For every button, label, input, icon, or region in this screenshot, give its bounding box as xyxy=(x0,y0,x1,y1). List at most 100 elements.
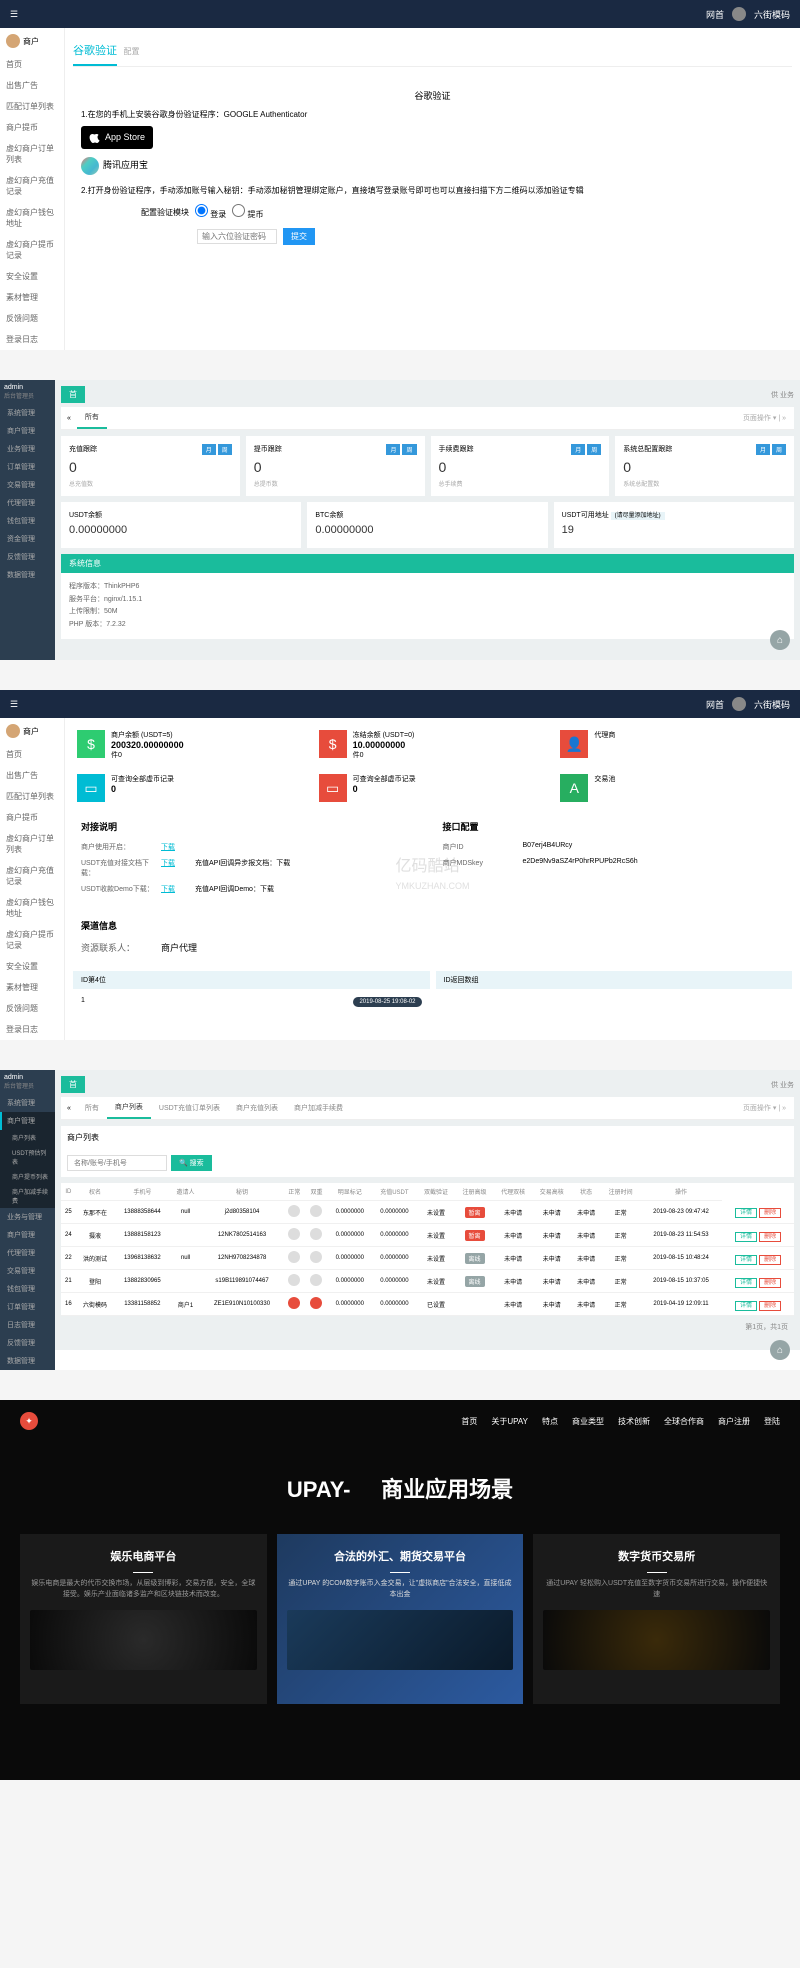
coin-image xyxy=(543,1610,770,1670)
stat-fee: 手续费跟踪月周 0总手续费 xyxy=(431,436,610,496)
appstore-button[interactable]: App Store xyxy=(81,126,153,148)
card-icon: ▭ xyxy=(77,774,105,802)
detail-button[interactable]: 详情 xyxy=(735,1255,757,1265)
stat-deposit: 充值跟踪月周 0总充值数 xyxy=(61,436,240,496)
admin-nav-item[interactable]: 反馈管理 xyxy=(0,548,55,566)
side-loginlog[interactable]: 登录日志 xyxy=(0,329,64,350)
scene-forex[interactable]: 合法的外汇、期货交易平台 通过UPAY 的COM数字账币入金交易，让"虚拟商店"… xyxy=(277,1534,524,1704)
username[interactable]: 六街模码 xyxy=(754,8,790,21)
tencent-icon xyxy=(81,157,99,175)
table-row: 24摄液1388815812312NK7802514163 0.00000000… xyxy=(61,1224,794,1247)
cert-icon xyxy=(288,1205,300,1217)
table-row: 25东那不在13888358644nullj2d80358104 0.00000… xyxy=(61,1201,794,1224)
notice-left: ID第4位 12019-08-25 19:08-02 xyxy=(73,971,430,1019)
side-withdraw[interactable]: 商户提币 xyxy=(0,117,64,138)
side-material[interactable]: 素材管理 xyxy=(0,287,64,308)
card-frozen[interactable]: $冻结余额 (USDT=0)10.00000000件0 xyxy=(315,726,551,764)
card-balance[interactable]: $商户余额 (USDT=5)200320.00000000件0 xyxy=(73,726,309,764)
float-home-icon[interactable]: ⌂ xyxy=(770,630,790,650)
code-input[interactable] xyxy=(197,229,277,244)
detail-button[interactable]: 详情 xyxy=(735,1278,757,1288)
admin-nav-item[interactable]: 商户管理 xyxy=(0,422,55,440)
topbar: ☰ 网首 六街模码 xyxy=(0,0,800,28)
side-feedback[interactable]: 反馈问题 xyxy=(0,308,64,329)
side-vwithdraw[interactable]: 虚幻商户提币记录 xyxy=(0,234,64,266)
download-link[interactable]: 下载 xyxy=(161,842,175,852)
dollar-icon: $ xyxy=(77,730,105,758)
admin-nav-item[interactable]: 业务管理 xyxy=(0,440,55,458)
cert-icon xyxy=(310,1228,322,1240)
admin-nav-item[interactable]: 资金管理 xyxy=(0,530,55,548)
sidebar-user: 商户 xyxy=(0,28,64,54)
detail-button[interactable]: 详情 xyxy=(735,1232,757,1242)
cert-icon xyxy=(288,1228,300,1240)
card-q2[interactable]: ▭可查询全部虚币记录0 xyxy=(315,770,551,806)
card-q1[interactable]: ▭可查询全部虚币记录0 xyxy=(73,770,309,806)
nav-reg[interactable]: 商户注册 xyxy=(718,1416,750,1427)
btc-balance: BTC余额0.00000000 xyxy=(307,502,547,548)
radio-withdraw[interactable]: 提币 xyxy=(232,204,263,222)
side-vorders[interactable]: 虚幻商户订单列表 xyxy=(0,138,64,170)
side-home[interactable]: 首页 xyxy=(0,54,64,75)
admin-nav-item[interactable]: 交易管理 xyxy=(0,476,55,494)
card-icon: ▭ xyxy=(319,774,347,802)
home-btn[interactable]: 首 xyxy=(61,386,85,403)
delete-button[interactable]: 删除 xyxy=(759,1301,781,1311)
table-row: 16六街模码13381158852商户1ZE1E910N10100330 0.0… xyxy=(61,1293,794,1316)
menu-icon[interactable]: ☰ xyxy=(10,699,18,710)
delete-button[interactable]: 删除 xyxy=(759,1278,781,1288)
float-home-icon[interactable]: ⌂ xyxy=(770,1340,790,1360)
radio-login[interactable]: 登录 xyxy=(195,204,226,222)
tencent-button[interactable]: 腾讯应用宝 xyxy=(81,157,148,175)
logo-icon[interactable]: ✦ xyxy=(20,1412,38,1430)
cert-icon xyxy=(310,1205,322,1217)
admin-nav-item[interactable]: 代理管理 xyxy=(0,494,55,512)
scene-entertainment[interactable]: 娱乐电商平台 娱乐电商是最大的代币交换市场，从层级到博彩，交易方便，安全，全球接… xyxy=(20,1534,267,1704)
side-ads[interactable]: 出售广告 xyxy=(0,75,64,96)
admin-nav-item[interactable]: 钱包管理 xyxy=(0,512,55,530)
step2-text: 2.打开身份验证程序，手动添加账号输入秘钥：手动添加秘钥管理绑定账户，直接填写登… xyxy=(81,185,784,198)
apple-icon xyxy=(89,131,101,143)
merchant-sidebar: 商户 首页 出售广告 匹配订单列表 商户提币 虚幻商户订单列表 虚幻商户充值记录… xyxy=(0,28,65,350)
cert-icon xyxy=(288,1274,300,1286)
delete-button[interactable]: 删除 xyxy=(759,1255,781,1265)
nav-link[interactable]: 网首 xyxy=(706,8,724,21)
card-agent[interactable]: 👤代理商 xyxy=(556,726,792,764)
side-vdeposit[interactable]: 虚幻商户充值记录 xyxy=(0,170,64,202)
user-plus-icon: 👤 xyxy=(560,730,588,758)
scene-exchange[interactable]: 数字货币交易所 通过UPAY 轻松购入USDT充值至数字货币交易所进行交易，操作… xyxy=(533,1534,780,1704)
panel-merchant-info: ☰ 网首 六街模码 商户 首页 出售广告 匹配订单列表 商户提币 虚幻商户订单列… xyxy=(0,690,800,1040)
search-input[interactable] xyxy=(67,1155,167,1171)
admin-nav-item[interactable]: 系统管理 xyxy=(0,404,55,422)
delete-button[interactable]: 删除 xyxy=(759,1208,781,1218)
nav-biz[interactable]: 商业类型 xyxy=(572,1416,604,1427)
tab-all[interactable]: 所有 xyxy=(77,407,107,429)
submit-button[interactable]: 提交 xyxy=(283,228,315,245)
delete-button[interactable]: 删除 xyxy=(759,1232,781,1242)
menu-icon[interactable]: ☰ xyxy=(10,9,18,20)
card-pool[interactable]: A交易池 xyxy=(556,770,792,806)
nav-home[interactable]: 首页 xyxy=(461,1416,477,1427)
pagination: 第1页，共1页 xyxy=(61,1316,794,1338)
admin-nav-item[interactable]: 订单管理 xyxy=(0,458,55,476)
nav-features[interactable]: 特点 xyxy=(542,1416,558,1427)
nav-about[interactable]: 关于UPAY xyxy=(491,1416,528,1427)
nav-tech[interactable]: 技术创新 xyxy=(618,1416,650,1427)
avatar[interactable] xyxy=(732,697,746,711)
side-orders[interactable]: 匹配订单列表 xyxy=(0,96,64,117)
avatar[interactable] xyxy=(732,7,746,21)
sub-title: 谷歌验证 xyxy=(81,89,784,103)
admin-nav-item[interactable]: 数据管理 xyxy=(0,566,55,584)
nav-login[interactable]: 登陆 xyxy=(764,1416,780,1427)
side-security[interactable]: 安全设置 xyxy=(0,266,64,287)
search-button[interactable]: 🔍 搜索 xyxy=(171,1155,212,1171)
merchant-mgmt-item[interactable]: 商户管理 xyxy=(0,1112,55,1130)
usdt-balance: USDT余额0.00000000 xyxy=(61,502,301,548)
detail-button[interactable]: 详情 xyxy=(735,1301,757,1311)
table-row: 21登阳13882830965s19B119891074467 0.000000… xyxy=(61,1270,794,1293)
system-info: 系统信息 程序版本：ThinkPHP6 服务平台：nginx/1.15.1 上传… xyxy=(61,554,794,639)
notice-right: ID返回数组 xyxy=(436,971,793,1019)
side-vwallet[interactable]: 虚幻商户钱包地址 xyxy=(0,202,64,234)
nav-global[interactable]: 全球合作商 xyxy=(664,1416,704,1427)
detail-button[interactable]: 详情 xyxy=(735,1208,757,1218)
